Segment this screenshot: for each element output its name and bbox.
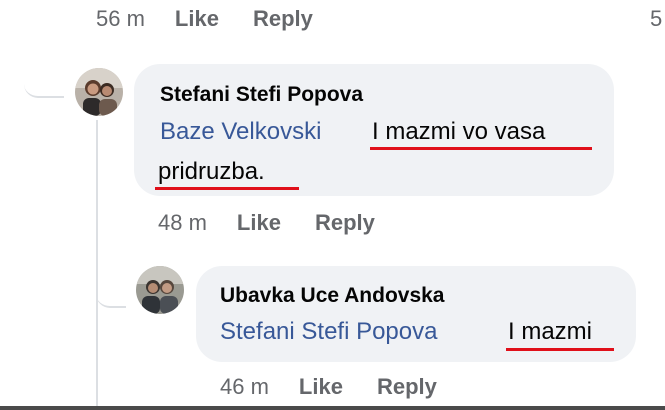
avatar-ubavka[interactable]	[136, 266, 184, 314]
comment-author[interactable]: Ubavka Uce Andovska	[220, 284, 445, 308]
avatar-stefani[interactable]	[75, 68, 123, 116]
thread-line-main	[96, 120, 98, 410]
comment-text: I mazmi	[508, 318, 592, 345]
comment-timestamp: 46 m	[220, 374, 269, 399]
red-underline-1	[370, 147, 592, 150]
cropped-text: 5	[650, 6, 663, 31]
comment-text-line-1: I mazmi vo vasa	[372, 118, 546, 145]
like-button[interactable]: Like	[299, 374, 343, 400]
reply-button[interactable]: Reply	[315, 210, 375, 236]
comment-1-actions: 48 m Like Reply	[158, 210, 409, 236]
comment-author[interactable]: Stefani Stefi Popova	[160, 83, 363, 107]
reply-button[interactable]: Reply	[377, 374, 437, 400]
thread-connector-reply	[96, 282, 126, 308]
thread-connector-top	[24, 60, 64, 98]
comment-2-actions: 46 m Like Reply	[220, 374, 471, 400]
like-button[interactable]: Like	[237, 210, 281, 236]
reply-button[interactable]: Reply	[253, 6, 313, 32]
comment-timestamp: 48 m	[158, 210, 207, 235]
bottom-edge	[0, 406, 665, 410]
mention-link[interactable]: Baze Velkovski	[160, 118, 321, 146]
red-underline-2	[155, 187, 299, 190]
comment-thread: 56 m Like Reply 5 Stefani Stefi Popova B…	[0, 0, 665, 410]
top-comment-actions: 56 m Like Reply	[96, 6, 347, 32]
red-underline-3	[506, 348, 614, 351]
avatar-ubavka-icon	[136, 266, 184, 314]
comment-timestamp: 56 m	[96, 6, 145, 31]
like-button[interactable]: Like	[175, 6, 219, 32]
mention-link[interactable]: Stefani Stefi Popova	[220, 318, 437, 346]
comment-text-line-2: pridruzba.	[158, 158, 265, 185]
avatar-stefani-icon	[75, 68, 123, 116]
